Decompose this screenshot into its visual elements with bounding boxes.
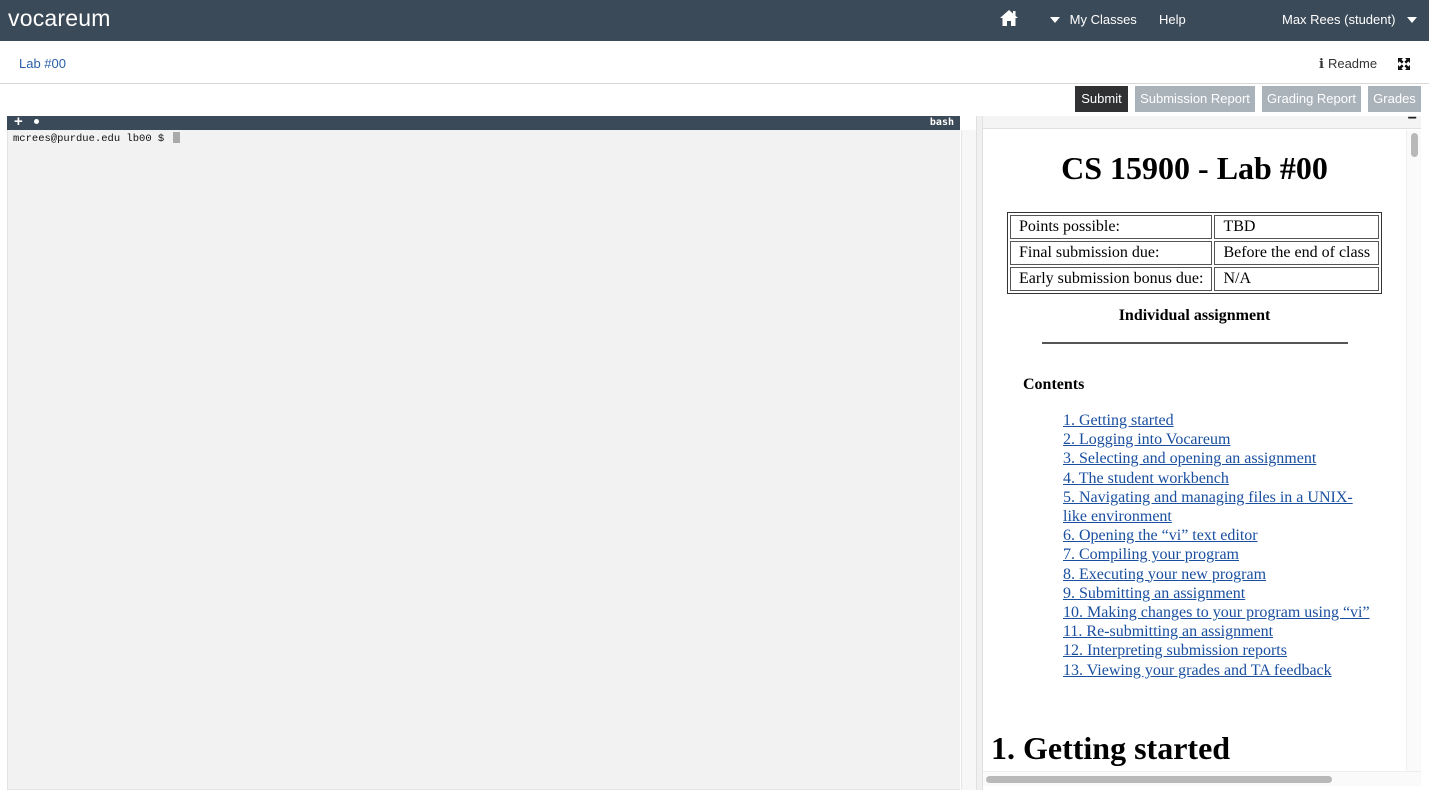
readme-horizontal-scrollbar[interactable] <box>983 771 1421 786</box>
info-value: N/A <box>1214 267 1380 291</box>
minimize-icon[interactable]: − <box>1408 110 1417 128</box>
my-classes-menu[interactable]: My Classes <box>1050 12 1137 27</box>
help-link[interactable]: Help <box>1159 12 1186 27</box>
plus-icon[interactable]: + <box>14 113 23 130</box>
readme-vertical-scrollbar[interactable] <box>1406 130 1421 771</box>
toc-link[interactable]: 13. Viewing your grades and TA feedback <box>1063 661 1373 680</box>
terminal-cursor <box>172 132 180 143</box>
toc-link[interactable]: 8. Executing your new program <box>1063 565 1373 584</box>
info-label: Early submission bonus due: <box>1010 267 1213 291</box>
pane-splitter[interactable] <box>976 116 983 790</box>
grading-report-button[interactable]: Grading Report <box>1262 86 1361 112</box>
expand-icon[interactable] <box>1398 58 1410 70</box>
toc-link[interactable]: 3. Selecting and opening an assignment <box>1063 449 1373 468</box>
assignment-info-table: Points possible: TBD Final submission du… <box>1007 212 1383 294</box>
readme-button[interactable]: i Readme <box>1319 56 1377 72</box>
toc-link[interactable]: 9. Submitting an assignment <box>1063 584 1373 603</box>
caret-down-icon <box>1407 16 1418 23</box>
readme-document: CS 15900 - Lab #00 Points possible: TBD … <box>983 130 1406 771</box>
vocareum-logo[interactable]: vocareum <box>8 5 111 32</box>
toc-link[interactable]: 10. Making changes to your program using… <box>1063 603 1373 622</box>
submission-report-button[interactable]: Submission Report <box>1135 86 1255 112</box>
user-menu[interactable]: Max Rees (student) <box>1282 12 1418 27</box>
toc-link[interactable]: 4. The student workbench <box>1063 469 1373 488</box>
caret-down-icon <box>1050 16 1060 23</box>
terminal-tab-bash[interactable]: bash <box>930 117 954 128</box>
terminal[interactable]: mcrees@purdue.edu lb00 $ <box>7 130 960 790</box>
section-heading: 1. Getting started <box>991 730 1231 766</box>
terminal-line: mcrees@purdue.edu lb00 $ <box>13 132 180 145</box>
terminal-scrollbar[interactable] <box>961 130 976 790</box>
scrollbar-thumb[interactable] <box>1411 133 1418 157</box>
table-row: Early submission bonus due: N/A <box>1010 267 1380 291</box>
table-of-contents: 1. Getting started 2. Logging into Vocar… <box>1063 411 1373 680</box>
toc-link[interactable]: 1. Getting started <box>1063 411 1373 430</box>
toc-link[interactable]: 7. Compiling your program <box>1063 545 1373 564</box>
user-name-label: Max Rees (student) <box>1282 12 1396 27</box>
info-label: Points possible: <box>1010 215 1213 239</box>
document-title: CS 15900 - Lab #00 <box>1061 150 1328 186</box>
terminal-toolbar: + bash <box>7 113 960 130</box>
table-row: Final submission due: Before the end of … <box>1010 241 1380 265</box>
toc-link[interactable]: 2. Logging into Vocareum <box>1063 430 1373 449</box>
divider <box>1042 342 1348 344</box>
info-value: Before the end of class <box>1214 241 1380 265</box>
table-row: Points possible: TBD <box>1010 215 1380 239</box>
toc-link[interactable]: 5. Navigating and managing files in a UN… <box>1063 488 1373 526</box>
contents-heading: Contents <box>1023 376 1085 393</box>
my-classes-label: My Classes <box>1069 12 1137 27</box>
breadcrumb-lab[interactable]: Lab #00 <box>19 56 66 71</box>
toc-link[interactable]: 12. Interpreting submission reports <box>1063 641 1373 660</box>
assignment-header: Lab #00 i Readme <box>0 41 1429 84</box>
terminal-dot-icon[interactable] <box>34 119 39 124</box>
readme-panel-toolbar: − <box>983 110 1421 129</box>
submit-button[interactable]: Submit <box>1075 86 1128 112</box>
toc-link[interactable]: 6. Opening the “vi” text editor <box>1063 526 1373 545</box>
info-label: Final submission due: <box>1010 241 1213 265</box>
info-icon: i <box>1319 57 1324 72</box>
info-value: TBD <box>1214 215 1380 239</box>
terminal-prompt: mcrees@purdue.edu lb00 $ <box>13 133 171 145</box>
grades-button[interactable]: Grades <box>1368 86 1421 112</box>
scrollbar-thumb[interactable] <box>986 776 1332 783</box>
assignment-type: Individual assignment <box>1118 307 1271 324</box>
readme-label: Readme <box>1327 56 1378 71</box>
toc-link[interactable]: 11. Re-submitting an assignment <box>1063 622 1373 641</box>
home-icon[interactable] <box>998 8 1020 28</box>
top-navbar: vocareum My Classes Help Max Rees (stude… <box>0 0 1429 41</box>
